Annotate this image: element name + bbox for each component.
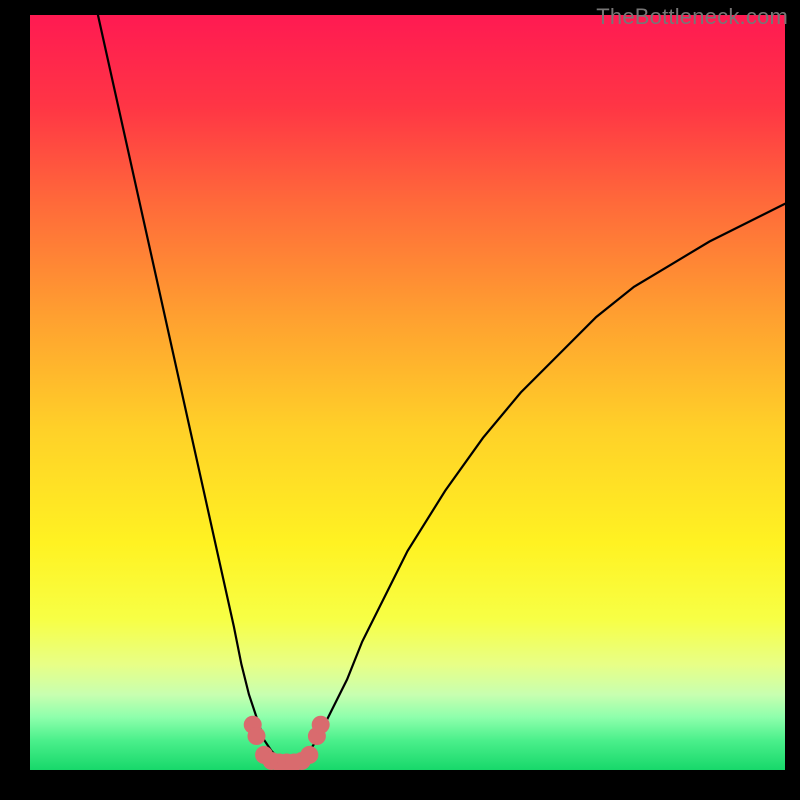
- bottom-dot: [248, 727, 266, 745]
- chart-curves: [30, 15, 785, 770]
- chart-frame: [30, 15, 785, 770]
- curve-right-branch: [287, 204, 785, 763]
- curve-left-branch: [98, 15, 287, 762]
- bottom-dot: [300, 746, 318, 764]
- bottom-dots-group: [244, 716, 330, 770]
- bottom-dot: [312, 716, 330, 734]
- watermark-text: TheBottleneck.com: [596, 4, 788, 30]
